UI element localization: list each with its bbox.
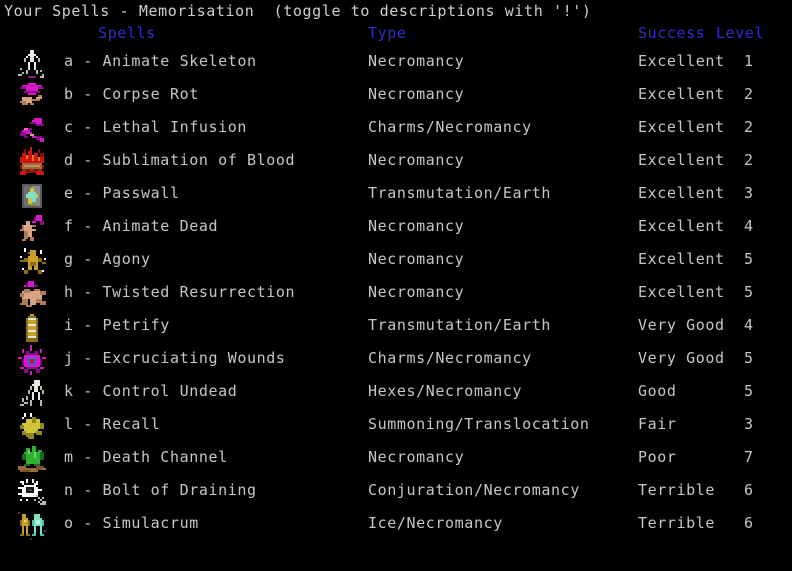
spell-success: Very Good — [638, 316, 725, 334]
spell-name: b - Corpse Rot — [64, 85, 199, 103]
column-header-row: Spells Type Success Level — [0, 24, 792, 44]
spell-name: k - Control Undead — [64, 382, 238, 400]
spell-type: Necromancy — [368, 448, 465, 466]
skeleton-icon — [16, 48, 48, 80]
spell-success: Excellent — [638, 250, 725, 268]
spell-level: 6 — [744, 481, 754, 499]
spell-success: Excellent — [638, 118, 725, 136]
spell-type: Ice/Necromancy — [368, 514, 503, 532]
figure-in-wall-icon — [16, 180, 48, 212]
raised-zombie-icon — [16, 213, 48, 245]
spell-level: 5 — [744, 250, 754, 268]
spell-type: Necromancy — [368, 217, 465, 235]
spell-success: Very Good — [638, 349, 725, 367]
spell-name: f - Animate Dead — [64, 217, 219, 235]
spell-success: Excellent — [638, 151, 725, 169]
spell-name: e - Passwall — [64, 184, 180, 202]
spell-row[interactable]: d - Sublimation of Blood Necromancy Excell… — [0, 145, 792, 178]
spell-type: Summoning/Translocation — [368, 415, 590, 433]
spell-name: o - Simulacrum — [64, 514, 199, 532]
column-header-level: Level — [716, 24, 765, 42]
spell-level: 5 — [744, 283, 754, 301]
spell-level: 3 — [744, 415, 754, 433]
spell-level: 6 — [744, 514, 754, 532]
twin-figures-icon — [16, 510, 48, 542]
spell-row[interactable]: l - Recall Summoning/Translocation Fair 3 — [0, 409, 792, 442]
column-header-type: Type — [368, 24, 407, 42]
spell-list-screen: Your Spells - Memorisation (toggle to de… — [0, 0, 792, 571]
page-title: Your Spells - Memorisation (toggle to de… — [4, 2, 592, 20]
spell-row[interactable]: k - Control Undead Hexes/Necromancy Good 5 — [0, 376, 792, 409]
spell-success: Terrible — [638, 514, 716, 532]
spell-level: 5 — [744, 382, 754, 400]
spell-type: Conjuration/Necromancy — [368, 481, 580, 499]
spell-name: j - Excruciating Wounds — [64, 349, 286, 367]
spell-type: Charms/Necromancy — [368, 349, 532, 367]
spell-type: Necromancy — [368, 283, 465, 301]
spell-row[interactable]: e - Passwall Transmutation/Earth Excellent… — [0, 178, 792, 211]
stone-pillar-icon — [16, 312, 48, 344]
spell-name: d - Sublimation of Blood — [64, 151, 296, 169]
spell-level: 2 — [744, 85, 754, 103]
spell-name: c - Lethal Infusion — [64, 118, 247, 136]
abomination-icon — [16, 279, 48, 311]
spell-row[interactable]: f - Animate Dead Necromancy Excellent 4 — [0, 211, 792, 244]
spell-row[interactable]: a - Animate Skeleton Necromancy Excellent 1 — [0, 46, 792, 79]
spell-name: m - Death Channel — [64, 448, 228, 466]
spell-name: i - Petrify — [64, 316, 170, 334]
spell-level: 3 — [744, 184, 754, 202]
spell-type: Charms/Necromancy — [368, 118, 532, 136]
spell-level: 4 — [744, 316, 754, 334]
spell-success: Good — [638, 382, 677, 400]
spell-type: Necromancy — [368, 85, 465, 103]
commanded-skeleton-icon — [16, 378, 48, 410]
spell-name: l - Recall — [64, 415, 161, 433]
yellow-hand-icon — [16, 411, 48, 443]
spell-name: n - Bolt of Draining — [64, 481, 257, 499]
spell-type: Necromancy — [368, 151, 465, 169]
spell-level: 5 — [744, 349, 754, 367]
spell-level: 7 — [744, 448, 754, 466]
spell-level: 1 — [744, 52, 754, 70]
burst-wound-icon — [16, 345, 48, 377]
spell-success: Excellent — [638, 52, 725, 70]
spell-type: Transmutation/Earth — [368, 316, 551, 334]
spell-success: Fair — [638, 415, 677, 433]
spell-success: Excellent — [638, 184, 725, 202]
spell-row[interactable]: o - Simulacrum Ice/Necromancy Terrible 6 — [0, 508, 792, 541]
column-header-spells: Spells — [98, 24, 156, 42]
burning-log-icon — [16, 147, 48, 179]
spell-type: Hexes/Necromancy — [368, 382, 523, 400]
spell-name: h - Twisted Resurrection — [64, 283, 296, 301]
spell-row[interactable]: i - Petrify Transmutation/Earth Very Good 4 — [0, 310, 792, 343]
spell-type: Necromancy — [368, 52, 465, 70]
spell-row[interactable]: c - Lethal Infusion Charms/Necromancy Exce… — [0, 112, 792, 145]
spell-level: 2 — [744, 118, 754, 136]
spell-level: 4 — [744, 217, 754, 235]
draining-bolt-icon — [16, 477, 48, 509]
rotting-corpse-icon — [16, 81, 48, 113]
spell-success: Terrible — [638, 481, 716, 499]
spell-success: Poor — [638, 448, 677, 466]
spell-type: Transmutation/Earth — [368, 184, 551, 202]
writhing-figure-icon — [16, 246, 48, 278]
spell-success: Excellent — [638, 283, 725, 301]
spell-row[interactable]: n - Bolt of Draining Conjuration/Necroman… — [0, 475, 792, 508]
green-spirit-icon — [16, 444, 48, 476]
column-header-success: Success — [638, 24, 706, 42]
spell-level: 2 — [744, 151, 754, 169]
spell-name: a - Animate Skeleton — [64, 52, 257, 70]
spell-row[interactable]: m - Death Channel Necromancy Poor 7 — [0, 442, 792, 475]
spell-row[interactable]: h - Twisted Resurrection Necromancy Excell… — [0, 277, 792, 310]
spell-row[interactable]: j - Excruciating Wounds Charms/Necromancy… — [0, 343, 792, 376]
spell-success: Excellent — [638, 85, 725, 103]
spell-rows: a - Animate Skeleton Necromancy Excellent 1… — [0, 46, 792, 541]
spell-name: g - Agony — [64, 250, 151, 268]
spell-row[interactable]: g - Agony Necromancy Excellent 5 — [0, 244, 792, 277]
spell-row[interactable]: b - Corpse Rot Necromancy Excellent 2 — [0, 79, 792, 112]
spell-type: Necromancy — [368, 250, 465, 268]
spell-success: Excellent — [638, 217, 725, 235]
infused-blade-icon — [16, 114, 48, 146]
